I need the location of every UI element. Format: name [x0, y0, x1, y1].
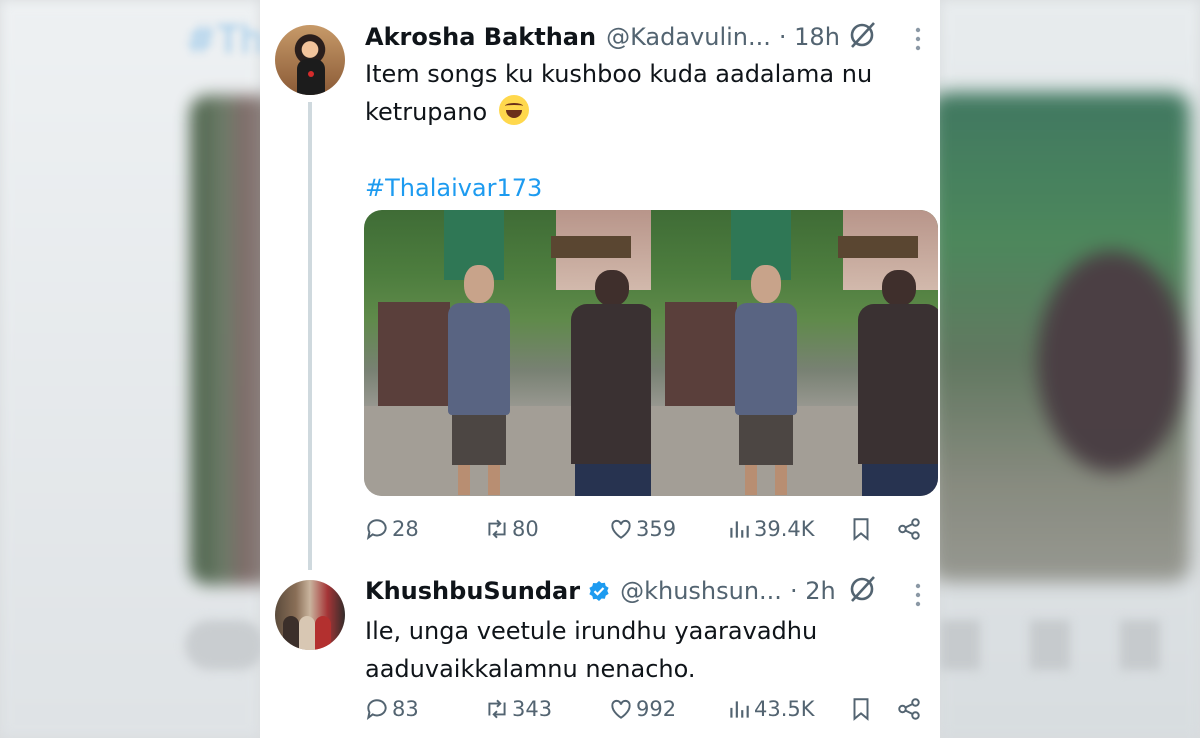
- like-count: 992: [636, 697, 677, 721]
- heart-icon: [611, 699, 631, 719]
- bookmark-icon: [853, 518, 869, 541]
- tweet[interactable]: KhushbuSundar @khushsun... · 2h Ile, ung…: [260, 560, 940, 738]
- share-button[interactable]: [896, 696, 922, 722]
- share-button[interactable]: [896, 516, 922, 542]
- tweet-actions: 83 343 992 43.5K: [364, 692, 924, 726]
- views-button[interactable]: 43.5K: [726, 696, 815, 722]
- reply-count: 28: [392, 517, 419, 541]
- user-handle[interactable]: @khushsun...: [620, 577, 782, 605]
- like-button[interactable]: 359: [608, 516, 676, 542]
- bookmark-icon: [853, 698, 869, 721]
- retweet-button[interactable]: 80: [484, 516, 539, 542]
- retweet-icon: [488, 699, 506, 719]
- video-frame: [651, 210, 938, 496]
- bookmark-button[interactable]: [848, 516, 874, 542]
- tweet-header: Akrosha Bakthan @Kadavulin... · 18h: [365, 22, 840, 52]
- avatar[interactable]: [275, 580, 345, 650]
- more-options-icon[interactable]: [914, 580, 922, 610]
- retweet-count: 80: [512, 517, 539, 541]
- reply-icon: [366, 519, 387, 540]
- display-name[interactable]: KhushbuSundar: [365, 577, 580, 605]
- timestamp[interactable]: · 18h: [779, 23, 840, 51]
- tweet-header: KhushbuSundar @khushsun... · 2h: [365, 576, 836, 606]
- like-button[interactable]: 992: [608, 696, 676, 722]
- grok-icon[interactable]: [848, 574, 878, 604]
- timestamp[interactable]: · 2h: [790, 577, 836, 605]
- grok-icon[interactable]: [848, 20, 878, 50]
- user-handle[interactable]: @Kadavulin...: [606, 23, 771, 51]
- analytics-icon: [730, 521, 749, 538]
- like-count: 359: [636, 517, 677, 541]
- hashtag-link[interactable]: #Thalaivar173: [365, 169, 925, 207]
- reply-count: 83: [392, 697, 419, 721]
- verified-badge-icon: [589, 581, 609, 601]
- tweet[interactable]: Akrosha Bakthan @Kadavulin... · 18h Item…: [260, 0, 940, 570]
- background-hashtag-blur: #Th: [185, 18, 265, 62]
- background-icons-left: [185, 620, 265, 670]
- avatar[interactable]: [275, 25, 345, 95]
- tweet-text-line: Item songs ku kushboo kuda aadalama nu: [365, 60, 873, 88]
- tweet-thread-card: Akrosha Bakthan @Kadavulin... · 18h Item…: [260, 0, 940, 738]
- bookmark-button[interactable]: [848, 696, 874, 722]
- tweet-text-line: Ile, unga veetule irundhu yaaravadhu: [365, 617, 818, 645]
- retweet-icon: [488, 519, 506, 539]
- reply-icon: [366, 699, 387, 720]
- reply-button[interactable]: 28: [364, 516, 419, 542]
- reply-button[interactable]: 83: [364, 696, 419, 722]
- tweet-text: Item songs ku kushboo kuda aadalama nu k…: [365, 55, 925, 207]
- share-icon: [898, 518, 920, 540]
- tweet-media-video[interactable]: [364, 210, 938, 496]
- video-frame: [364, 210, 651, 496]
- heart-icon: [611, 519, 631, 539]
- tweet-text-line: aaduvaikkalamnu nenacho.: [365, 655, 696, 683]
- background-icons-right: [940, 620, 1170, 670]
- retweet-button[interactable]: 343: [484, 696, 552, 722]
- tweet-actions: 28 80 359 39.4K: [364, 512, 924, 546]
- tweet-text: Ile, unga veetule irundhu yaaravadhu aad…: [365, 612, 905, 688]
- display-name[interactable]: Akrosha Bakthan: [365, 23, 596, 51]
- views-count: 39.4K: [754, 517, 815, 541]
- thread-connector: [308, 102, 312, 570]
- retweet-count: 343: [512, 697, 553, 721]
- share-icon: [898, 698, 920, 720]
- analytics-icon: [730, 701, 749, 718]
- background-photo-right: [930, 92, 1190, 582]
- views-button[interactable]: 39.4K: [726, 516, 815, 542]
- views-count: 43.5K: [754, 697, 815, 721]
- more-options-icon[interactable]: [914, 24, 922, 54]
- laughing-emoji-icon: [499, 95, 530, 125]
- tweet-text-line: ketrupano: [365, 93, 925, 131]
